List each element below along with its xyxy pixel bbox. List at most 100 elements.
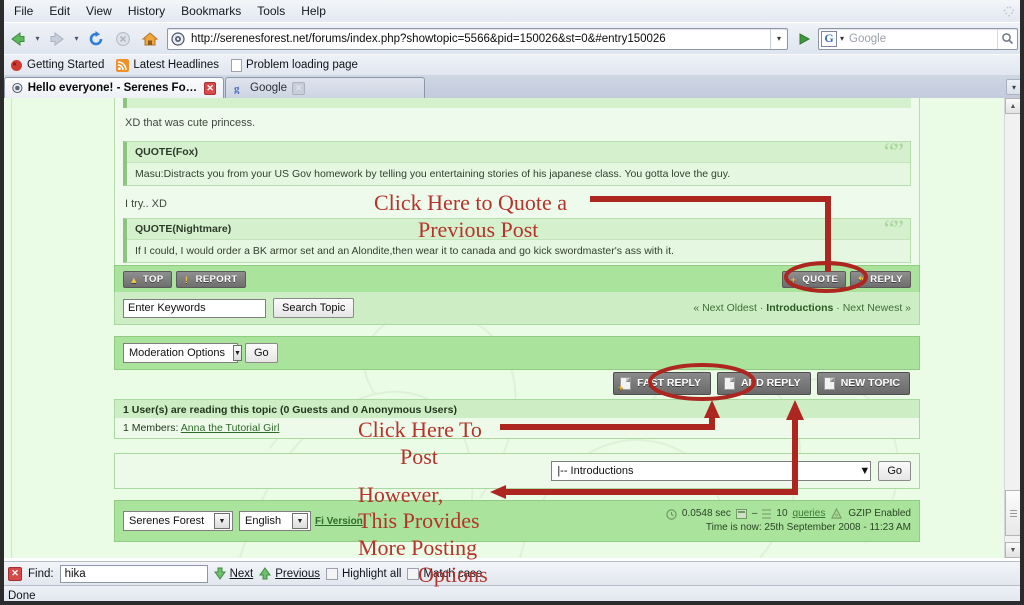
- queries-link[interactable]: queries: [793, 507, 826, 521]
- search-topic-button[interactable]: Search Topic: [273, 298, 355, 318]
- svg-text:g: g: [234, 83, 240, 94]
- highlight-all-checkbox-icon[interactable]: [325, 567, 338, 580]
- google-engine-icon[interactable]: G: [821, 30, 837, 47]
- reply-button[interactable]: ↰ REPLY: [850, 271, 911, 288]
- database-icon: [735, 509, 747, 519]
- window-edge-bottom: [0, 601, 1024, 605]
- server-time: Time is now: 25th September 2008 - 11:23…: [705, 522, 911, 533]
- scrollbar-grip-icon: [1009, 508, 1017, 519]
- tab-google[interactable]: g Google ✕: [225, 77, 425, 98]
- quote-button-label: QUOTE: [802, 274, 839, 285]
- menu-item-history[interactable]: History: [120, 2, 173, 20]
- lo-fi-version-link[interactable]: Fi Version: [315, 516, 363, 527]
- search-input[interactable]: Google: [847, 33, 997, 45]
- window-resize-icon: [1003, 5, 1015, 17]
- close-icon[interactable]: ✕: [292, 81, 306, 95]
- add-reply-button[interactable]: ADD REPLY: [716, 371, 811, 395]
- bookmark-problem-loading-page[interactable]: Problem loading page: [227, 58, 362, 73]
- moderation-bar: Moderation Options ▼ Go: [114, 336, 920, 370]
- quote-mark-icon: “”: [883, 139, 904, 166]
- match-case-toggle[interactable]: Match case: [407, 567, 483, 580]
- forum-jump-select[interactable]: |-- Introductions ▼: [551, 461, 872, 481]
- rss-icon: [116, 58, 130, 72]
- status-text: Done: [8, 589, 36, 602]
- scroll-down-button[interactable]: ▼: [1005, 542, 1021, 558]
- menu-item-bookmarks[interactable]: Bookmarks: [173, 2, 249, 20]
- window-edge-left: [0, 0, 4, 605]
- gzip-status: GZIP Enabled: [848, 508, 911, 519]
- search-engine-chevron-down-icon[interactable]: ▾: [837, 34, 847, 43]
- menu-bar: File Edit View History Bookmarks Tools H…: [0, 0, 1024, 22]
- members-label: 1 Members:: [123, 422, 179, 434]
- menu-item-help[interactable]: Help: [293, 2, 334, 20]
- close-icon[interactable]: ✕: [8, 566, 22, 581]
- menu-item-tools[interactable]: Tools: [249, 2, 293, 20]
- address-bar[interactable]: http://serenesforest.net/forums/index.ph…: [167, 27, 788, 50]
- member-link[interactable]: Anna the Tutorial Girl: [181, 422, 280, 434]
- forward-button[interactable]: [45, 27, 69, 51]
- chevron-down-icon[interactable]: ▼: [233, 345, 242, 361]
- navigation-toolbar: ▾ ▾ http://serenesforest.net/forums/inde…: [0, 22, 1024, 54]
- top-button[interactable]: ▲ TOP: [123, 271, 172, 288]
- language-select[interactable]: English ▼: [239, 511, 311, 531]
- fast-reply-button[interactable]: + FAST REPLY: [613, 371, 711, 395]
- search-keywords-input[interactable]: [123, 298, 266, 318]
- report-button[interactable]: ! REPORT: [175, 271, 246, 288]
- address-bar-text[interactable]: http://serenesforest.net/forums/index.ph…: [188, 33, 770, 45]
- back-history-chevron-icon[interactable]: ▾: [33, 28, 42, 50]
- match-case-checkbox-icon[interactable]: [407, 567, 420, 580]
- search-icon[interactable]: [997, 28, 1017, 49]
- next-newest-link[interactable]: Next Newest »: [843, 302, 911, 314]
- moderation-options-value: Moderation Options: [129, 347, 225, 359]
- reply-buttons-bar: + FAST REPLY ADD REPLY NEW TOPIC: [114, 366, 920, 400]
- find-previous-button[interactable]: Previous: [259, 567, 320, 580]
- menu-item-edit[interactable]: Edit: [41, 2, 78, 20]
- queries-icon: [762, 508, 772, 519]
- site-favicon-icon: [168, 29, 188, 49]
- go-button[interactable]: [793, 28, 815, 50]
- current-forum-link[interactable]: Introductions: [766, 302, 833, 314]
- vertical-scrollbar[interactable]: ▲ ▼: [1004, 98, 1021, 558]
- chevron-down-icon[interactable]: ▼: [292, 513, 308, 529]
- tab-serenes-forest[interactable]: Hello everyone! - Serenes Forest ... ✕: [4, 77, 224, 98]
- close-icon[interactable]: ✕: [204, 81, 216, 95]
- firefox-logo-icon: [11, 59, 22, 71]
- exec-time: 0.0548 sec: [681, 508, 731, 519]
- skin-select[interactable]: Serenes Forest ▼: [123, 511, 233, 531]
- clipped-quote-top: [123, 98, 911, 108]
- new-topic-button[interactable]: NEW TOPIC: [816, 371, 910, 395]
- quote-block-nightmare: “” QUOTE(Nightmare) If I could, I would …: [123, 217, 911, 263]
- forum-jump-value: |-- Introductions: [557, 465, 634, 477]
- fast-reply-label: FAST REPLY: [637, 377, 701, 389]
- topic-members-row: 1 Members: Anna the Tutorial Girl: [114, 418, 920, 439]
- bookmark-latest-headlines[interactable]: Latest Headlines: [112, 58, 223, 73]
- page-icon: [231, 58, 243, 72]
- back-button[interactable]: [6, 27, 30, 51]
- search-bar[interactable]: G ▾ Google: [818, 27, 1018, 50]
- chevron-down-icon[interactable]: ▼: [859, 465, 870, 477]
- quote-button[interactable]: + QUOTE: [782, 271, 847, 288]
- reload-button[interactable]: [84, 27, 108, 51]
- topic-nav-links: « Next Oldest · Introductions · Next New…: [693, 302, 911, 314]
- chevron-down-icon[interactable]: ▼: [214, 513, 230, 529]
- home-button[interactable]: [138, 27, 162, 51]
- browser-window: File Edit View History Bookmarks Tools H…: [0, 0, 1024, 605]
- find-input[interactable]: [59, 564, 208, 583]
- tab-favicon-icon: [12, 82, 23, 94]
- menu-item-file[interactable]: File: [6, 2, 41, 20]
- scrollbar-thumb[interactable]: [1005, 490, 1021, 536]
- bookmark-getting-started[interactable]: Getting Started: [6, 58, 108, 73]
- match-case-label: Match case: [423, 567, 483, 580]
- forward-history-chevron-icon[interactable]: ▾: [72, 28, 81, 50]
- moderation-options-select[interactable]: Moderation Options ▼: [123, 343, 242, 363]
- forum-page: XD that was cute princess. “” QUOTE(Fox)…: [12, 98, 1002, 558]
- address-dropdown-icon[interactable]: ▾: [770, 28, 787, 49]
- moderation-go-button[interactable]: Go: [245, 343, 278, 363]
- find-next-button[interactable]: Next: [213, 567, 253, 580]
- scroll-up-button[interactable]: ▲: [1005, 98, 1021, 114]
- forum-jump-go-button[interactable]: Go: [878, 461, 911, 481]
- menu-item-view[interactable]: View: [78, 2, 120, 20]
- quote-header: QUOTE(Fox): [135, 146, 198, 158]
- next-oldest-link[interactable]: « Next Oldest: [693, 302, 757, 314]
- highlight-all-toggle[interactable]: Highlight all: [325, 567, 401, 580]
